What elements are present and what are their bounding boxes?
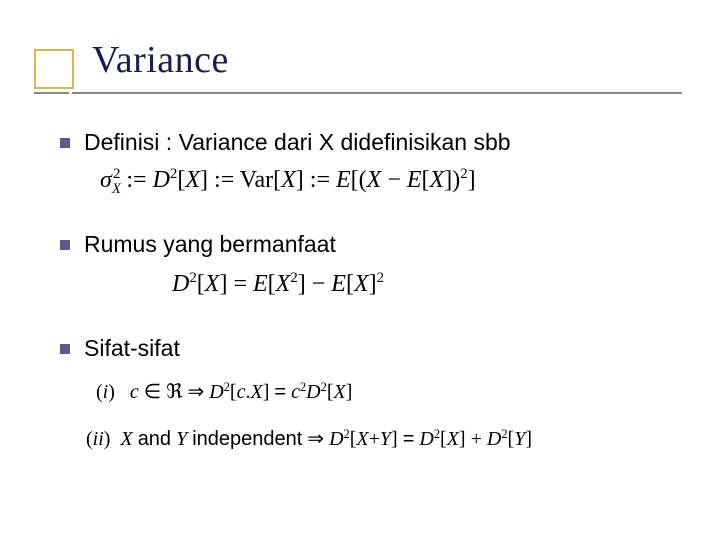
bullet-text: Rumus yang bermanfaat bbox=[84, 230, 336, 260]
title-area: Variance bbox=[34, 34, 690, 112]
title-underline-left bbox=[34, 92, 69, 94]
slide: Variance Definisi : Variance dari X dide… bbox=[0, 0, 720, 540]
bullet-icon bbox=[60, 138, 70, 148]
title-underline-right bbox=[72, 92, 682, 94]
formula-definition: σX2 := D2[X] := Var[X] := E[(X − E[X])2] bbox=[96, 164, 480, 200]
formula-useful: D2[X] = E[X2] − E[X]2 bbox=[168, 268, 388, 300]
bullet-item: Rumus yang bermanfaat D2[X] = E[X2] − E[… bbox=[60, 230, 680, 300]
slide-body: Definisi : Variance dari X didefinisikan… bbox=[60, 128, 680, 453]
slide-title: Variance bbox=[92, 38, 229, 82]
formula-property-ii: (ii) X and Y independent ⇒ D2[X+Y] = D2[… bbox=[82, 424, 536, 453]
bullet-text: Definisi : Variance dari X didefinisikan… bbox=[84, 128, 511, 158]
bullet-item: Definisi : Variance dari X didefinisikan… bbox=[60, 128, 680, 200]
bullet-icon bbox=[60, 344, 70, 354]
title-accent-square bbox=[34, 49, 74, 89]
bullet-text: Sifat-sifat bbox=[84, 334, 180, 364]
formula-property-i: (i) c ∈ ℜ ⇒ D2[c.X] = c2D2[X] bbox=[92, 377, 356, 406]
bullet-icon bbox=[60, 240, 70, 250]
bullet-item: Sifat-sifat (i) c ∈ ℜ ⇒ D2[c.X] = c2D2[X… bbox=[60, 334, 680, 454]
